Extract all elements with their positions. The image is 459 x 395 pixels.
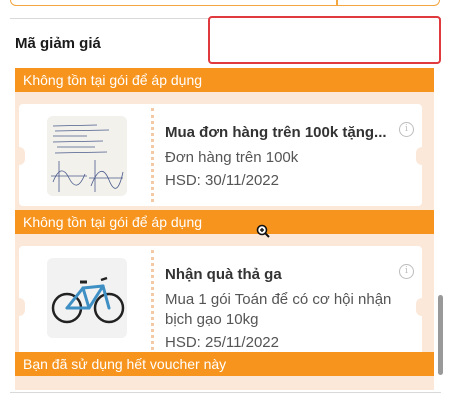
voucher-list[interactable]: Không tồn tại gói để áp dụng Mua đơn hàn…: [15, 68, 434, 390]
ticket-notch: [15, 298, 25, 316]
field-divider: [336, 0, 338, 6]
ticket-perforation: [151, 250, 154, 362]
divider-line: [10, 392, 441, 393]
voucher-status-bar: Bạn đã sử dụng hết voucher này: [15, 352, 434, 376]
ticket-notch: [15, 147, 25, 165]
ticket-notch: [416, 298, 428, 316]
voucher-code-input[interactable]: [208, 16, 441, 64]
handwritten-notes-image: [47, 116, 127, 196]
voucher-description: Mua 1 gói Toán để có cơ hội nhận bịch gạ…: [165, 291, 392, 328]
zoom-cursor-icon: [256, 224, 270, 238]
info-icon[interactable]: i: [399, 122, 414, 137]
voucher-card[interactable]: Nhận quà thả ga i Mua 1 gói Toán để có c…: [15, 246, 428, 366]
voucher-card[interactable]: Mua đơn hàng trên 100k tặng... i Đơn hàn…: [15, 104, 428, 206]
scrollbar[interactable]: [438, 295, 443, 375]
ticket-perforation: [151, 108, 154, 202]
voucher-status-bar: Không tồn tại gói để áp dụng: [15, 68, 434, 92]
voucher-description: Đơn hàng trên 100k: [165, 149, 299, 166]
previous-field[interactable]: [10, 0, 440, 6]
info-icon[interactable]: i: [399, 264, 414, 279]
voucher-section-label: Mã giảm giá: [15, 35, 101, 52]
voucher-title: Nhận quà thả ga: [165, 266, 282, 283]
voucher-status-bar: Không tồn tại gói để áp dụng: [15, 210, 434, 234]
voucher-title: Mua đơn hàng trên 100k tặng...: [165, 124, 387, 141]
ticket-notch: [416, 147, 428, 165]
voucher-expiry: HSD: 25/11/2022: [165, 334, 279, 351]
bicycle-image: [47, 258, 127, 338]
voucher-expiry: HSD: 30/11/2022: [165, 172, 279, 189]
